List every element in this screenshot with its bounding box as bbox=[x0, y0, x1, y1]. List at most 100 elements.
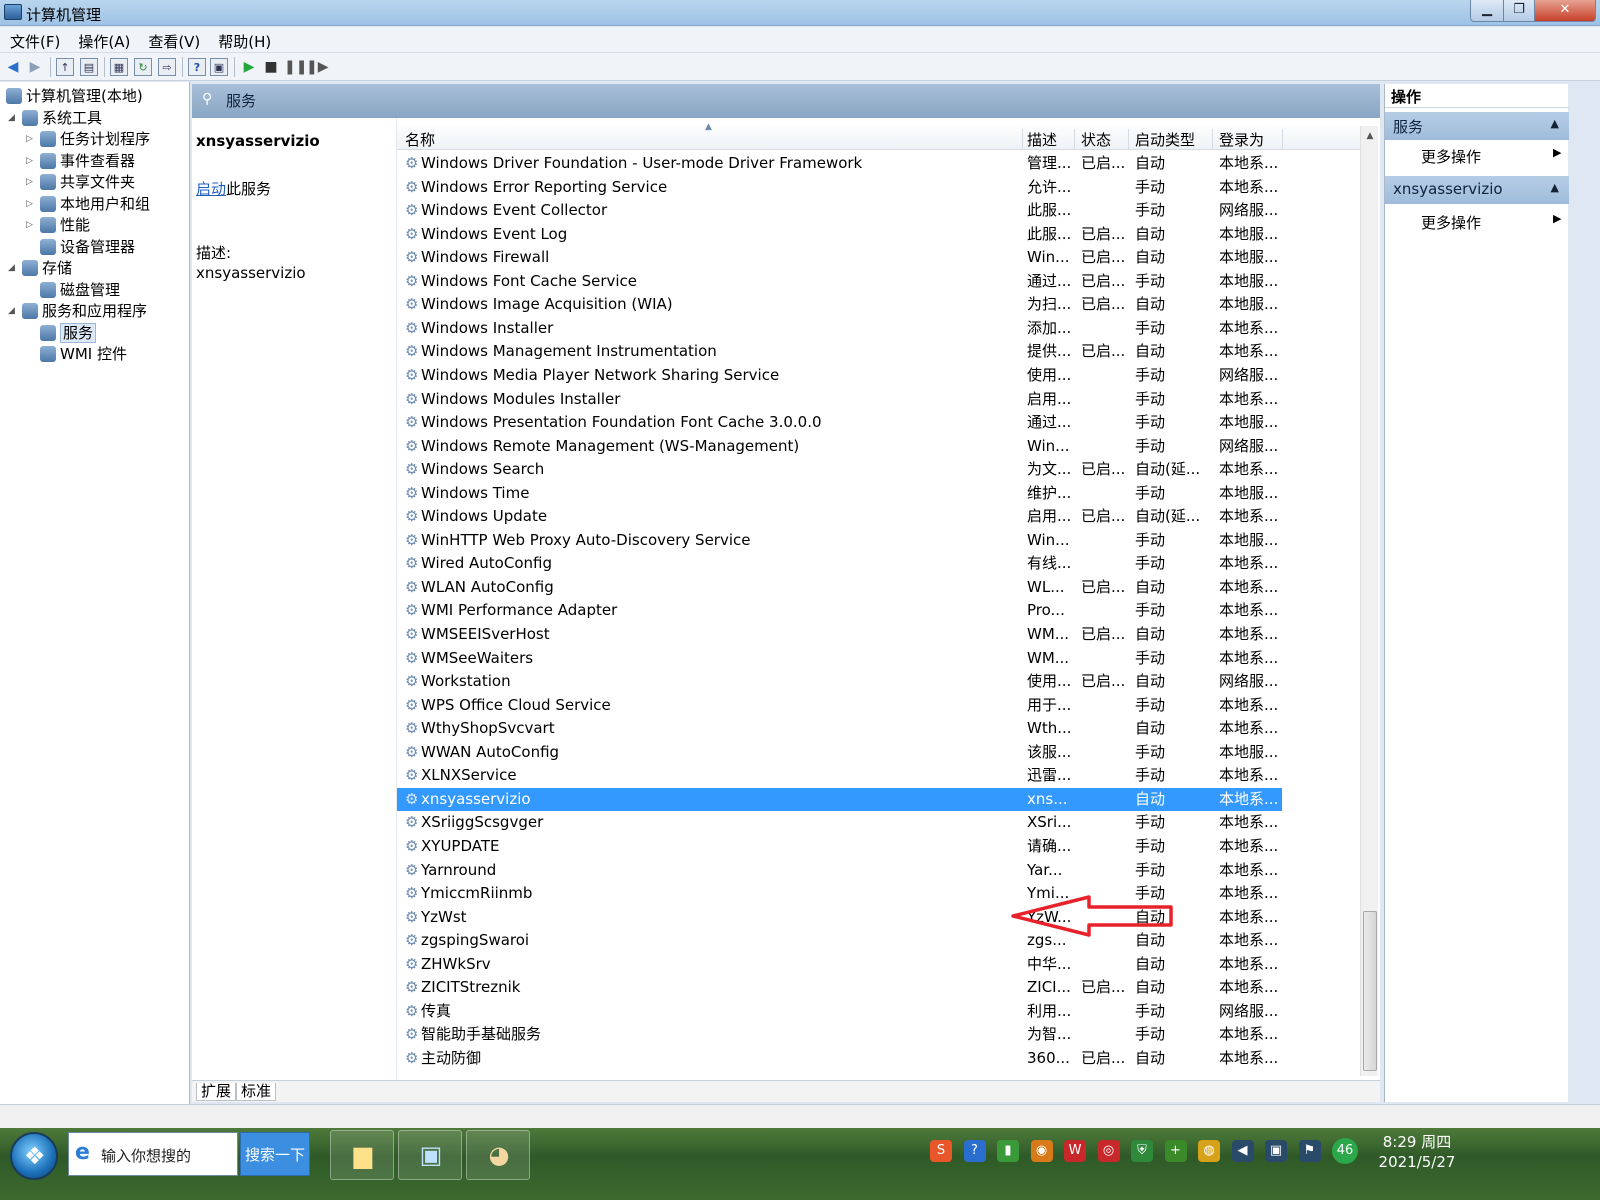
column-name[interactable]: 名称 bbox=[399, 129, 1023, 149]
taskbar-app-computer-management[interactable]: ▣ bbox=[398, 1130, 462, 1180]
play-icon[interactable]: ▶ bbox=[240, 58, 258, 76]
tree-item[interactable]: ◢ 存储 bbox=[8, 257, 72, 279]
flag-icon[interactable]: ⚑ bbox=[1298, 1140, 1321, 1162]
actions-section-selected-service[interactable]: xnsyasservizio ▲ bbox=[1385, 176, 1569, 204]
qq-icon[interactable]: ◉ bbox=[1030, 1140, 1053, 1162]
table-row[interactable]: ⚙ XYUPDATE 请确... 手动 本地系... bbox=[397, 835, 1282, 858]
table-row[interactable]: ⚙ Windows Time 维护... 手动 本地服... bbox=[397, 482, 1282, 505]
tree-item[interactable]: ◢ 系统工具 bbox=[8, 107, 102, 129]
up-folder-icon[interactable]: ↑ bbox=[56, 58, 74, 76]
table-row[interactable]: ⚙ Windows Management Instrumentation 提供...… bbox=[397, 340, 1282, 363]
taskbar-app-explorer[interactable]: ▆ bbox=[330, 1130, 394, 1180]
table-row[interactable]: ⚙ Windows Modules Installer 启用... 手动 本地系... bbox=[397, 388, 1282, 411]
table-row[interactable]: ⚙ 主动防御 360... 已启... 自动 本地系... bbox=[397, 1047, 1282, 1070]
tree-item[interactable]: ▷ 任务计划程序 bbox=[26, 128, 150, 150]
column-description[interactable]: 描述 bbox=[1021, 129, 1075, 149]
expand-arrow-icon[interactable]: ▷ bbox=[26, 193, 33, 215]
tab-extended[interactable]: 扩展 bbox=[196, 1083, 237, 1101]
show-tree-icon[interactable]: ▤ bbox=[80, 58, 98, 76]
sogou-icon[interactable]: S bbox=[930, 1140, 952, 1162]
shield-icon[interactable]: ⛨ bbox=[1131, 1140, 1153, 1162]
column-startup-type[interactable]: 启动类型 bbox=[1129, 129, 1213, 149]
table-row[interactable]: ⚙ ZHWkSrv 中华... 自动 本地系... bbox=[397, 953, 1282, 976]
collapse-arrow-icon[interactable]: ◢ bbox=[8, 300, 15, 322]
table-row[interactable]: ⚙ Windows Font Cache Service 通过... 已启... 手动 本… bbox=[397, 270, 1282, 293]
taskbar-app-paint[interactable]: ◕ bbox=[466, 1130, 530, 1180]
taskbar-search-box[interactable]: e 输入你想搜的 bbox=[68, 1132, 238, 1176]
table-row[interactable]: ⚙ WMSeeWaiters WM... 手动 本地系... bbox=[397, 647, 1282, 670]
export-icon[interactable]: ⇨ bbox=[158, 58, 176, 76]
table-row[interactable]: ⚙ Windows Search 为文... 已启... 自动(延... 本地系... bbox=[397, 458, 1282, 481]
table-row[interactable]: ⚙ WMSEEISverHost WM... 已启... 自动 本地系... bbox=[397, 623, 1282, 646]
table-row[interactable]: ⚙ Windows Update 启用... 已启... 自动(延... 本地系... bbox=[397, 505, 1282, 528]
table-row[interactable]: ⚙ WLAN AutoConfig WL... 已启... 自动 本地系... bbox=[397, 576, 1282, 599]
expand-arrow-icon[interactable]: ▷ bbox=[26, 214, 33, 236]
table-row[interactable]: ⚙ Windows Media Player Network Sharing Se… bbox=[397, 364, 1282, 387]
table-row[interactable]: ⚙ ZICITStreznik ZICI... 已启... 自动 本地系... bbox=[397, 976, 1282, 999]
table-row[interactable]: ⚙ WthyShopSvcvart Wth... 自动 本地系... bbox=[397, 717, 1282, 740]
tree-item[interactable]: ◢ 服务和应用程序 bbox=[8, 300, 147, 322]
tab-standard[interactable]: 标准 bbox=[236, 1083, 277, 1101]
help-icon[interactable]: ? bbox=[188, 58, 206, 76]
table-row[interactable]: ⚙ Workstation 使用... 已启... 自动 网络服... bbox=[397, 670, 1282, 693]
collapse-icon[interactable]: ▲ bbox=[1551, 117, 1559, 130]
more-actions-item[interactable]: 更多操作 ▶ bbox=[1421, 212, 1561, 233]
table-row[interactable]: ⚙ WinHTTP Web Proxy Auto-Discovery Servic… bbox=[397, 529, 1282, 552]
tree-item[interactable]: 设备管理器 bbox=[40, 236, 135, 258]
taskbar-clock[interactable]: 8:29 周四 2021/5/27 bbox=[1372, 1132, 1462, 1172]
tree-item[interactable]: 服务 bbox=[40, 322, 97, 344]
table-row[interactable]: ⚙ Windows Installer 添加... 手动 本地系... bbox=[397, 317, 1282, 340]
collapse-arrow-icon[interactable]: ◢ bbox=[8, 107, 15, 129]
battery-icon[interactable]: ▮ bbox=[997, 1140, 1019, 1162]
table-row[interactable]: ⚙ WPS Office Cloud Service 用于... 手动 本地系... bbox=[397, 694, 1282, 717]
actions-section-services[interactable]: 服务 ▲ bbox=[1385, 112, 1569, 140]
tree-item[interactable]: ▷ 共享文件夹 bbox=[26, 171, 135, 193]
menu-view[interactable]: 查看(V) bbox=[138, 27, 208, 52]
tree-item[interactable]: 计算机管理(本地) bbox=[6, 85, 143, 107]
table-row[interactable]: ⚙ Windows Image Acquisition (WIA) 为扫... 已启.… bbox=[397, 293, 1282, 316]
table-row[interactable]: ⚙ 传真 利用... 手动 网络服... bbox=[397, 1000, 1282, 1023]
menu-file[interactable]: 文件(F) bbox=[0, 27, 68, 52]
column-logon-as[interactable]: 登录为 bbox=[1213, 129, 1283, 149]
security-icon[interactable]: ◍ bbox=[1198, 1140, 1220, 1162]
table-row[interactable]: ⚙ Windows Driver Foundation - User-mode D… bbox=[397, 152, 1282, 175]
collapse-icon[interactable]: ▲ bbox=[1551, 181, 1559, 194]
expand-arrow-icon[interactable]: ▷ bbox=[26, 128, 33, 150]
stop-icon[interactable]: ■ bbox=[262, 58, 280, 76]
menu-action[interactable]: 操作(A) bbox=[68, 27, 138, 52]
badge-icon[interactable]: 46 bbox=[1332, 1138, 1358, 1164]
expand-arrow-icon[interactable]: ▷ bbox=[26, 150, 33, 172]
table-row[interactable]: ⚙ Yarnround Yar... 手动 本地系... bbox=[397, 859, 1282, 882]
wps-icon[interactable]: W bbox=[1064, 1140, 1086, 1162]
scroll-up-icon[interactable]: ▲ bbox=[1361, 128, 1379, 144]
volume-icon[interactable]: ◀ bbox=[1231, 1140, 1254, 1162]
start-service-link[interactable]: 启动 bbox=[196, 180, 226, 198]
table-row[interactable]: ⚙ Windows Event Collector 此服... 手动 网络服... bbox=[397, 199, 1282, 222]
restart-icon[interactable]: ❚▶ bbox=[306, 58, 329, 76]
minimize-button[interactable]: ▁ bbox=[1470, 0, 1504, 22]
table-row[interactable]: ⚙ xnsyasservizio xns... 自动 本地系... bbox=[397, 787, 1282, 811]
netease-icon[interactable]: ◎ bbox=[1097, 1140, 1120, 1162]
maximize-button[interactable]: ❐ bbox=[1503, 0, 1535, 22]
table-row[interactable]: ⚙ WMI Performance Adapter Pro... 手动 本地系... bbox=[397, 599, 1282, 622]
table-row[interactable]: ⚙ Wired AutoConfig 有线... 手动 本地系... bbox=[397, 552, 1282, 575]
back-icon[interactable]: ◀ bbox=[4, 58, 22, 76]
tree-item[interactable]: 磁盘管理 bbox=[40, 279, 120, 301]
refresh-icon[interactable]: ↻ bbox=[134, 58, 152, 76]
plus-icon[interactable]: + bbox=[1164, 1140, 1187, 1162]
table-row[interactable]: ⚙ XLNXService 迅雷... 手动 本地系... bbox=[397, 764, 1282, 787]
view-icon[interactable]: ▣ bbox=[210, 58, 228, 76]
pause-icon[interactable]: ❚❚ bbox=[284, 58, 307, 76]
close-button[interactable]: ✕ bbox=[1534, 0, 1596, 22]
help-circle-icon[interactable]: ? bbox=[963, 1140, 986, 1162]
tree-item[interactable]: WMI 控件 bbox=[40, 343, 127, 365]
tree-item[interactable]: ▷ 本地用户和组 bbox=[26, 193, 150, 215]
vertical-scrollbar[interactable]: ▲ bbox=[1360, 126, 1378, 1076]
more-actions-item[interactable]: 更多操作 ▶ bbox=[1421, 146, 1561, 167]
properties-icon[interactable]: ▦ bbox=[110, 58, 128, 76]
table-row[interactable]: ⚙ WWAN AutoConfig 该服... 手动 本地服... bbox=[397, 741, 1282, 764]
tree-item[interactable]: ▷ 性能 bbox=[26, 214, 90, 236]
table-row[interactable]: ⚙ Windows Error Reporting Service 允许... 手动 本… bbox=[397, 176, 1282, 199]
table-row[interactable]: ⚙ XSriiggScsgvger XSri... 手动 本地系... bbox=[397, 811, 1282, 834]
table-row[interactable]: ⚙ Windows Firewall Win... 已启... 自动 本地服... bbox=[397, 246, 1282, 269]
